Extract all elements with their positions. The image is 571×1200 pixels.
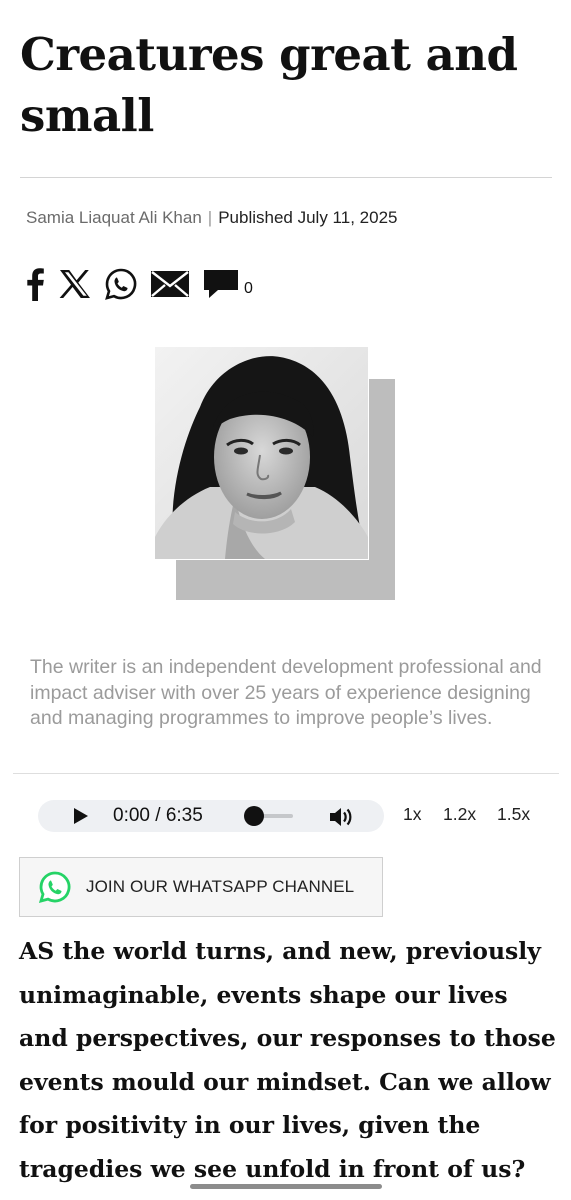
publish-date: Published July 11, 2025 (218, 208, 398, 227)
writer-bio: The writer is an independent development… (30, 656, 542, 729)
article-title: Creatures great and small (20, 28, 518, 142)
byline-separator: | (207, 208, 213, 227)
bio-divider (13, 773, 559, 774)
audio-progress-thumb[interactable] (244, 806, 264, 826)
speed-1-5x-button[interactable]: 1.5x (497, 804, 530, 825)
email-icon[interactable] (150, 270, 190, 298)
facebook-icon[interactable] (24, 267, 46, 301)
home-indicator[interactable] (190, 1184, 382, 1189)
whatsapp-channel-icon (38, 870, 72, 904)
article-lead-paragraph: AS the world turns, and new, previously … (19, 937, 556, 1183)
author-name[interactable]: Samia Liaquat Ali Khan (26, 208, 202, 227)
whatsapp-icon[interactable] (104, 267, 138, 301)
title-divider (20, 177, 552, 178)
whatsapp-channel-label: JOIN OUR WHATSAPP CHANNEL (86, 877, 355, 896)
share-bar: 0 (24, 266, 253, 302)
x-icon[interactable] (58, 268, 92, 300)
comment-icon[interactable] (202, 268, 240, 300)
volume-icon[interactable] (328, 806, 354, 833)
play-icon[interactable] (74, 808, 88, 824)
audio-player: 0:00 / 6:35 (38, 800, 384, 832)
comment-count: 0 (244, 280, 253, 297)
audio-time: 0:00 / 6:35 (113, 805, 203, 826)
byline: Samia Liaquat Ali Khan | Published July 11… (26, 208, 397, 228)
speed-1x-button[interactable]: 1x (403, 804, 421, 825)
speed-1-2x-button[interactable]: 1.2x (443, 804, 476, 825)
writer-photo (155, 347, 368, 559)
join-whatsapp-channel-button[interactable]: JOIN OUR WHATSAPP CHANNEL (19, 857, 383, 917)
